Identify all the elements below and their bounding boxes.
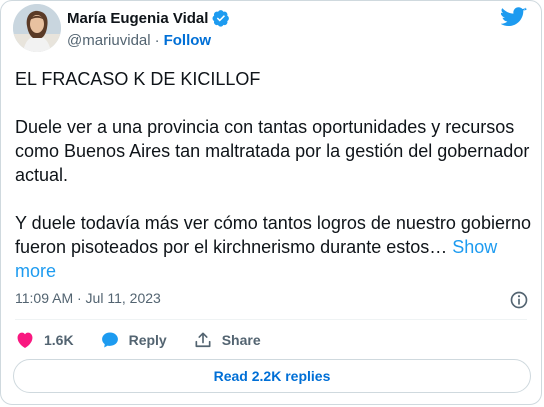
author-handle[interactable]: @mariuvidal (67, 32, 151, 49)
tweet-headline: EL FRACASO K DE KICILLOF (15, 69, 261, 89)
like-button[interactable]: 1.6K (15, 330, 74, 350)
share-button[interactable]: Share (193, 330, 261, 350)
verified-badge-icon (212, 10, 230, 27)
avatar[interactable] (13, 4, 61, 52)
info-icon[interactable] (509, 290, 529, 310)
separator-dot: · (154, 32, 160, 49)
twitter-bird-icon[interactable] (501, 7, 527, 29)
heart-icon (17, 332, 33, 348)
share-label: Share (221, 332, 261, 348)
like-count: 1.6K (44, 332, 74, 348)
tweet-paragraph-1: Duele ver a una provincia con tantas opo… (15, 117, 530, 185)
follow-button[interactable]: Follow (164, 32, 212, 49)
tweet-card: María Eugenia Vidal @mariuvidal · Follow… (0, 0, 542, 405)
reply-button[interactable]: Reply (100, 330, 167, 350)
reply-label: Reply (128, 332, 167, 348)
avatar-photo (13, 4, 61, 52)
speech-bubble-icon (101, 332, 118, 348)
author-name[interactable]: María Eugenia Vidal (67, 10, 208, 27)
tweet-paragraph-2: Y duele todavía más ver cómo tantos logr… (15, 211, 531, 283)
divider (15, 319, 527, 320)
share-icon (195, 332, 211, 348)
action-bar: 1.6K Reply Share (15, 330, 261, 350)
author-name-row: María Eugenia Vidal (67, 9, 230, 27)
tweet-timestamp[interactable]: 11:09 AM · Jul 11, 2023 (15, 290, 161, 306)
tweet-body: EL FRACASO K DE KICILLOF Duele ver a una… (15, 67, 531, 283)
author-handle-row: @mariuvidal · Follow (67, 32, 211, 49)
read-replies-button[interactable]: Read 2.2K replies (13, 359, 531, 393)
